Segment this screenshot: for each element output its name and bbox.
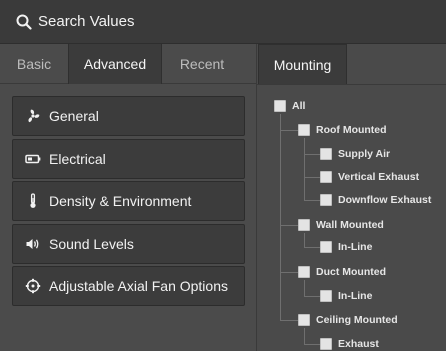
checkbox[interactable] [298, 124, 310, 136]
category-sound-levels-button[interactable]: Sound Levels [12, 223, 245, 264]
category-electrical-button[interactable]: Electrical [12, 138, 245, 179]
tab-bar: Basic Advanced Recent [0, 44, 256, 84]
checkbox[interactable] [320, 194, 332, 206]
tree-node-label: Ceiling Mounted [316, 314, 398, 326]
tree-node-label: Exhaust [338, 338, 379, 350]
tree-node-downflow-exhaust[interactable]: Downflow Exhaust [320, 192, 431, 208]
mounting-panel: Mounting All Roof Mounted Supply Air Ver… [257, 44, 446, 351]
tree-node-label: All [292, 100, 306, 112]
search-icon [16, 14, 32, 30]
tree-node-label: Supply Air [338, 148, 391, 160]
checkbox[interactable] [298, 314, 310, 326]
search-bar[interactable]: Search Values [0, 0, 446, 44]
tree-connector [280, 225, 298, 226]
tree-node-supply-air[interactable]: Supply Air [320, 146, 390, 162]
checkbox[interactable] [298, 219, 310, 231]
tree-node-label: Duct Mounted [316, 266, 386, 278]
checkbox[interactable] [320, 241, 332, 253]
tree-connector [304, 154, 320, 155]
checkbox[interactable] [320, 338, 332, 350]
tree-node-all[interactable]: All [274, 98, 305, 114]
category-label: Electrical [49, 150, 106, 167]
tree-connector [304, 247, 320, 248]
left-panel: Basic Advanced Recent General Electrical… [0, 44, 256, 351]
speaker-icon [25, 236, 41, 252]
tree-node-label: In-Line [338, 241, 373, 253]
search-label: Search Values [38, 13, 135, 30]
tree-node-label: In-Line [338, 290, 373, 302]
tab-recent[interactable]: Recent [162, 44, 242, 84]
tree-connector [304, 138, 305, 200]
tab-basic[interactable]: Basic [0, 44, 68, 84]
axial-fan-icon [25, 278, 41, 294]
checkbox[interactable] [298, 266, 310, 278]
tree-node-ceiling-mounted[interactable]: Ceiling Mounted [298, 312, 398, 328]
checkbox[interactable] [320, 171, 332, 183]
tree-connector [304, 296, 320, 297]
tree-connector [304, 200, 320, 201]
tree-node-roof-mounted[interactable]: Roof Mounted [298, 122, 387, 138]
checkbox[interactable] [274, 100, 286, 112]
tree-node-wall-in-line[interactable]: In-Line [320, 239, 372, 255]
category-list: General Electrical Density & Environment… [12, 96, 245, 309]
tree-connector [304, 344, 320, 345]
category-label: Density & Environment [49, 193, 192, 209]
category-adjustable-axial-fan-options-button[interactable]: Adjustable Axial Fan Options [12, 266, 245, 306]
tree-connector [304, 280, 305, 296]
checkbox[interactable] [320, 148, 332, 160]
tree-connector [304, 177, 320, 178]
tree-connector [304, 328, 305, 344]
checkbox[interactable] [320, 290, 332, 302]
battery-icon [25, 151, 41, 167]
tree-node-duct-mounted[interactable]: Duct Mounted [298, 264, 386, 280]
tree-connector [280, 114, 281, 320]
tree-node-label: Downflow Exhaust [338, 194, 432, 206]
tree-node-duct-in-line[interactable]: In-Line [320, 288, 372, 304]
tree-node-label: Wall Mounted [316, 219, 384, 231]
tree-node-ceiling-exhaust[interactable]: Exhaust [320, 336, 379, 351]
tree-node-label: Roof Mounted [316, 124, 387, 136]
tree-connector [280, 130, 298, 131]
tree-node-label: Vertical Exhaust [338, 171, 420, 183]
tree-node-vertical-exhaust[interactable]: Vertical Exhaust [320, 169, 419, 185]
tree-connector [280, 320, 298, 321]
tree-connector [280, 272, 298, 273]
category-label: Sound Levels [49, 235, 134, 252]
thermometer-icon [25, 193, 41, 209]
category-label: Adjustable Axial Fan Options [49, 278, 228, 294]
category-general-button[interactable]: General [12, 96, 245, 136]
fan-icon [25, 108, 41, 124]
tab-advanced[interactable]: Advanced [68, 44, 162, 84]
mounting-tree: All Roof Mounted Supply Air Vertical Exh… [257, 44, 446, 351]
tree-node-wall-mounted[interactable]: Wall Mounted [298, 217, 384, 233]
category-label: General [49, 108, 99, 124]
category-density-environment-button[interactable]: Density & Environment [12, 181, 245, 221]
tree-connector [304, 233, 305, 247]
